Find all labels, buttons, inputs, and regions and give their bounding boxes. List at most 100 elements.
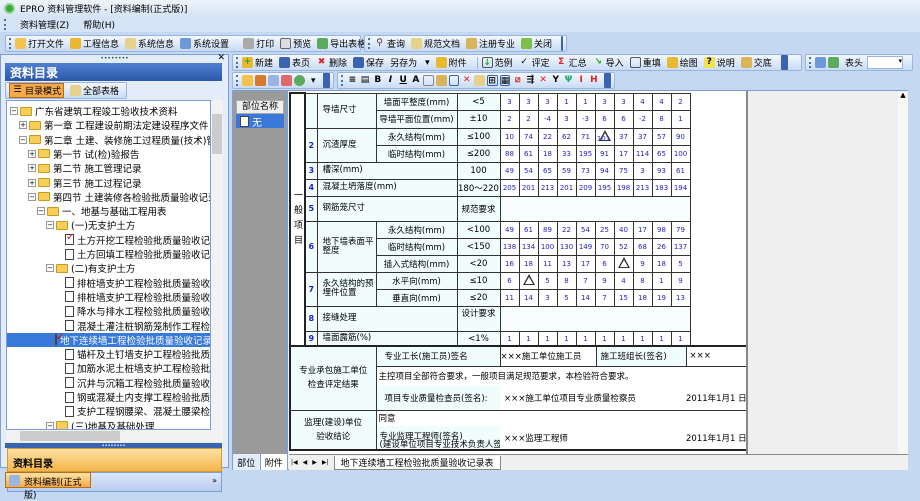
toolbar-overflow-button[interactable] [780,55,788,70]
value-cell[interactable]: 61 [670,161,691,180]
lock-icon[interactable] [435,75,447,86]
tree-item[interactable]: − 第四节 土建装修各检验批质量验收记录 [28,190,210,204]
value-cell[interactable]: 54 [518,161,539,180]
value-cell[interactable]: 2 [499,109,520,129]
collapse-icon[interactable]: − [28,192,36,201]
foreman-value[interactable]: ×××施工单位施工员 [499,345,597,367]
collapse-icon[interactable]: − [46,221,54,230]
tree-item[interactable]: − (二)有支护土方 [46,261,135,275]
tree-horizontal-scrollbar[interactable] [6,430,223,442]
value-cell[interactable]: 1 [670,330,691,347]
tree-item[interactable]: − 广东省建筑工程竣工验收技术资料 [10,104,178,118]
image-icon[interactable] [268,75,279,86]
dropdown-arrow-icon[interactable]: ▾ [311,76,316,86]
fork-icon[interactable]: Y [550,75,561,86]
value-cell[interactable]: 5 [556,288,577,307]
save-as-button[interactable]: 另存为 ▾ [390,56,430,70]
tree-item[interactable]: 地下连续墙工程检验批质量验收记录表 [7,332,210,347]
value-cell[interactable]: 9 [632,254,653,273]
value-cell[interactable]: 9 [670,271,691,290]
value-cell[interactable]: 22 [556,220,577,239]
grid-icon[interactable]: ▦ [499,75,511,86]
value-cell[interactable]: 61 [518,220,539,239]
value-cell[interactable]: 205 [499,178,520,197]
split-icon[interactable]: ⇶ [525,75,536,86]
value-cell[interactable]: 1 [518,330,539,347]
value-cell[interactable]: 195 [575,144,596,163]
collapse-icon[interactable]: − [10,107,18,115]
handover-button[interactable]: 交底 [740,56,772,69]
cell-icon[interactable] [448,75,460,86]
engineer-date[interactable]: 2011年1月1 日 [686,426,748,451]
value-cell[interactable]: 59 [556,161,577,180]
tree-vertical-scrollbar[interactable] [211,100,223,430]
value-cell[interactable]: 52 [613,237,634,256]
column-width-icon[interactable]: H [589,75,600,86]
contractor-conclusion[interactable]: 主控项目全部符合要求，一般项目满足规范要求，本检验符合要求。 [375,365,748,386]
page-setup-icon[interactable] [423,75,434,86]
tree-item[interactable]: 沉井与沉箱工程检验批质量验收记录表 [55,376,210,390]
value-cell[interactable]: 1 [594,330,615,347]
value-cell[interactable]: 37 [613,127,634,146]
value-cell[interactable]: 2 [518,109,539,129]
delete-button[interactable]: ✖ 删除 [316,56,347,69]
chart-icon[interactable] [255,75,266,86]
value-cell[interactable]: 70 [594,237,615,256]
close-button[interactable]: 关闭 [521,37,552,50]
example-button[interactable]: ↓ 范例 [481,56,513,69]
value-cell[interactable]: 138 [499,237,520,256]
summary-button[interactable]: Σ 汇总 [556,56,587,69]
value-cell[interactable]: 14 [518,288,539,307]
value-cell[interactable]: 13 [556,254,577,273]
value-cell[interactable]: 8 [556,271,577,290]
value-cell[interactable]: 1 [556,330,577,347]
panel-grip[interactable]: •••••••• [1,55,228,62]
align-icon[interactable]: ≡ [347,75,358,86]
expand-icon[interactable]: + [19,121,27,130]
sheet-tab[interactable]: 地下连续墙工程检验批质量验收记录表 [333,455,501,470]
team-leader-value[interactable]: ××× [685,345,748,367]
merge-icon[interactable]: ⊞ [486,75,498,86]
tree-item[interactable]: + 第一章 工程建设前期法定建设程序文件 [19,118,209,132]
value-cell[interactable]: 15 [613,288,634,307]
value-cell[interactable]: 1 [632,330,653,347]
value-cell[interactable]: 137 [670,237,691,256]
tab-parts[interactable]: 部位 [233,454,261,470]
chevron-icon[interactable]: » [212,476,217,485]
status-tab[interactable]: 资料编制(正式版) [5,472,91,501]
value-cell[interactable]: 9 [594,271,615,290]
value-cell[interactable]: 134 [518,237,539,256]
value-cell[interactable]: 17 [632,220,653,239]
value-cell[interactable]: 65 [537,161,558,180]
value-cell[interactable]: 98 [651,220,672,239]
value-cell[interactable]: 37 [632,127,653,146]
value-cell[interactable]: -3 [575,109,596,129]
table-page-button[interactable]: 表页 [279,56,310,69]
value-cell[interactable]: 33 [556,144,577,163]
spec-docs-button[interactable]: 规范文档 [411,37,460,50]
value-cell[interactable]: 213 [537,178,558,197]
value-cell[interactable]: 54 [575,220,596,239]
first-sheet-icon[interactable]: |◀ [291,459,298,466]
tree-item[interactable]: 钢或混凝土内支撑工程检验批质量验收 [55,390,210,404]
tree-item[interactable]: − 第二章 土建、装修施工过程质量(技术)管理／I [19,133,210,147]
value-cell[interactable]: 11 [499,288,520,307]
value-cell[interactable]: 79 [670,220,691,239]
engineer-value[interactable]: ×××监理工程师 [500,426,686,451]
header-left-icon[interactable] [815,57,826,68]
value-cell[interactable]: 91 [594,144,615,163]
value-cell[interactable]: 18 [651,254,672,273]
value-cell[interactable]: 89 [537,220,558,239]
query-button[interactable]: ⚲ 查询 [374,37,405,50]
value-cell[interactable]: 6 [613,109,634,129]
value-cell[interactable]: 1 [651,330,672,347]
last-sheet-icon[interactable]: ▶| [322,459,329,466]
save-button[interactable]: 保存 [353,56,384,69]
value-cell[interactable]: 183 [651,178,672,197]
value-cell[interactable]: 6 [499,271,520,290]
collapse-icon[interactable]: − [46,421,54,429]
value-cell[interactable]: 1 [613,330,634,347]
value-cell[interactable]: 75 [613,161,634,180]
open-file-button[interactable]: 打开文件 [15,37,64,50]
value-cell[interactable]: 4 [651,92,672,111]
